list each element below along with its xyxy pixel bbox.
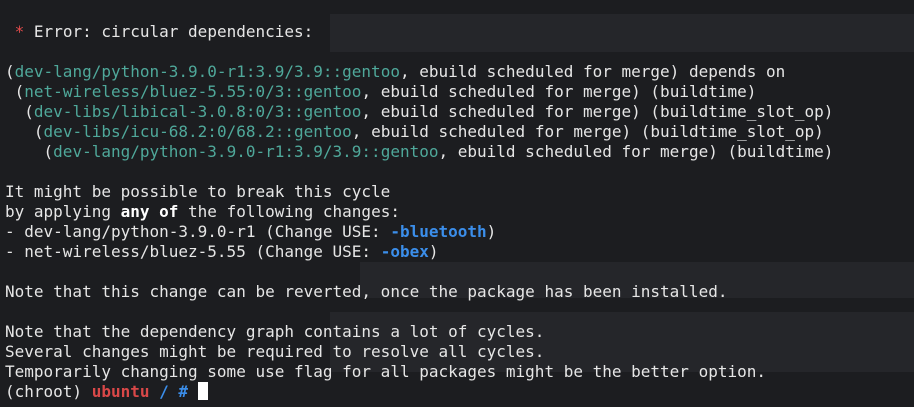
text-cursor[interactable]: [197, 382, 208, 400]
package-atom: dev-libs/icu-68.2:0/68.2::gentoo: [43, 122, 352, 141]
change-line: - net-wireless/bluez-5.55 (Change USE: -…: [5, 242, 439, 261]
resolve-note: Several changes might be required to res…: [5, 342, 545, 361]
prompt-symbol: #: [178, 382, 189, 401]
terminal-window[interactable]: * Error: circular dependencies: (dev-lan…: [0, 0, 914, 407]
package-atom: net-wireless/bluez-5.55:0/3::gentoo: [24, 82, 362, 101]
package-atom: dev-lang/python-3.9.0-r1:3.9/3.9::gentoo: [53, 142, 439, 161]
chroot-label: (chroot): [5, 382, 92, 401]
dependency-line: (dev-libs/libical-3.0.8:0/3::gentoo, ebu…: [24, 102, 834, 121]
cycles-note: Note that the dependency graph contains …: [5, 322, 545, 341]
dependency-line: (dev-libs/icu-68.2:0/68.2::gentoo, ebuil…: [33, 122, 824, 141]
use-flag: -obex: [380, 242, 429, 261]
change-line: - dev-lang/python-3.9.0-r1 (Change USE: …: [5, 222, 497, 241]
shell-prompt[interactable]: (chroot) ubuntu / #: [5, 382, 208, 402]
error-text: Error: circular dependencies:: [33, 22, 314, 41]
dependency-line: (dev-lang/python-3.9.0-r1:3.9/3.9::gento…: [43, 142, 834, 161]
error-line: * Error: circular dependencies:: [5, 22, 314, 42]
use-flag: -bluetooth: [390, 222, 487, 241]
package-atom: dev-libs/libical-3.0.8:0/3::gentoo: [33, 102, 362, 121]
of-keyword: of: [159, 202, 179, 221]
prompt-host: ubuntu: [91, 382, 150, 401]
error-star: *: [14, 22, 25, 41]
revert-note: Note that this change can be reverted, o…: [5, 282, 728, 301]
dependency-line: (dev-lang/python-3.9.0-r1:3.9/3.9::gento…: [5, 62, 786, 81]
use-flag-note: Temporarily changing some use flag for a…: [5, 362, 766, 381]
any-keyword: any: [120, 202, 150, 221]
apply-changes-line: by applying any of the following changes…: [5, 202, 400, 221]
dependency-line: (net-wireless/bluez-5.55:0/3::gentoo, eb…: [14, 82, 757, 101]
prompt-path: /: [149, 382, 179, 401]
break-cycle-line: It might be possible to break this cycle: [5, 182, 391, 201]
package-atom: dev-lang/python-3.9.0-r1:3.9/3.9::gentoo: [14, 62, 400, 81]
